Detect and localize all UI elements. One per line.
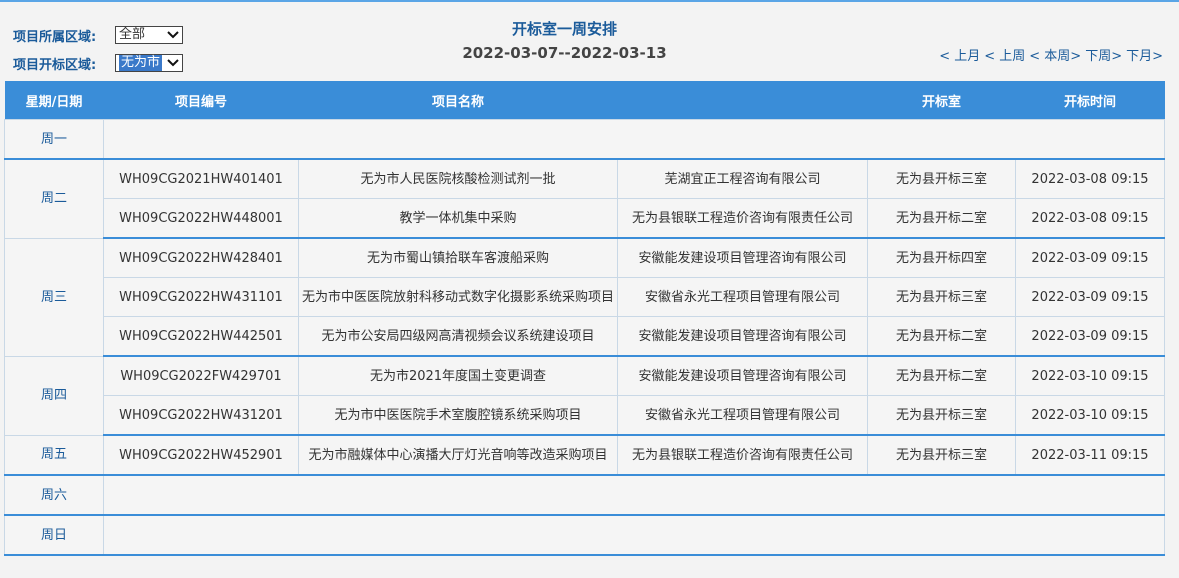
project-name-cell: 无为市人民医院核酸检测试剂一批 [298, 158, 618, 199]
bid-time-cell: 2022-03-09 09:15 [1015, 316, 1165, 357]
project-name-cell: 无为市公安局四级网高清视频会议系统建设项目 [298, 316, 618, 357]
bid-time-cell: 2022-03-09 09:15 [1015, 277, 1165, 317]
schedule-body: 周一 周二 WH09CG2021HW401401 无为市人民医院核酸检测试剂一批 芜湖宜… [4, 119, 1165, 556]
day-cell: 周三 [4, 237, 104, 357]
table-row: WH09CG2022HW442501 无为市公安局四级网高清视频会议系统建设项目安… [5, 316, 1165, 357]
room-cell: 无为县开标三室 [867, 395, 1016, 436]
bid-time-cell: 2022-03-10 09:15 [1015, 395, 1165, 436]
agency-cell: 安徽能发建设项目管理咨询有限公司 [617, 237, 868, 278]
prev-month-link[interactable]: < 上月 [939, 45, 980, 64]
table-row: WH09CG2022HW431201 无为市中医医院手术室腹腔镜系统采购项目 安徽省… [5, 395, 1165, 436]
agency-cell: 安徽能发建设项目管理咨询有限公司 [617, 316, 868, 357]
header-agency [617, 81, 868, 120]
agency-cell: 安徽省永光工程项目管理有限公司 [617, 395, 868, 436]
next-week-link[interactable]: 下周> [1085, 45, 1122, 64]
project-code-cell: WH09CG2022HW428401 [103, 237, 299, 278]
table-row: 周二 WH09CG2021HW401401 无为市人民医院核酸检测试剂一批 芜湖宜正工… [4, 158, 1165, 239]
table-row: 周日 [4, 514, 1165, 556]
schedule-table: 星期/日期 项目编号 项目名称 开标室 开标时间 周一 周二 WH09CG2021H… [4, 81, 1165, 556]
header-code: 项目编号 [103, 81, 299, 120]
room-cell: 无为县开标二室 [867, 198, 1016, 239]
table-row: 周三 WH09CG2022HW428401 无为市蜀山镇拾联车客渡船采购 安徽能发建设… [4, 237, 1165, 357]
table-row: 周四 WH09CG2022FW429701 无为市2021年度国土变更调查 安徽能发建… [4, 355, 1165, 436]
day-cell: 周一 [4, 119, 104, 160]
header-name: 项目名称 [298, 81, 618, 120]
week-navigation: < 上月 < 上周 < 本周> 下周> 下月> [939, 45, 1163, 64]
prev-week-link[interactable]: < 上周 [984, 45, 1025, 64]
bid-time-cell: 2022-03-10 09:15 [1015, 355, 1165, 396]
header-day: 星期/日期 [4, 81, 104, 120]
empty-cell [103, 119, 1165, 160]
table-header-row: 星期/日期 项目编号 项目名称 开标室 开标时间 [4, 81, 1165, 120]
agency-cell: 安徽省永光工程项目管理有限公司 [617, 277, 868, 317]
empty-cell [103, 514, 1165, 556]
room-cell: 无为县开标二室 [867, 316, 1016, 357]
table-row: WH09CG2022HW431101 无为市中医医院放射科移动式数字化摄影系统采购… [5, 277, 1165, 317]
table-row: WH09CG2022HW448001 教学一体机集中采购 无为县银联工程造价咨询有限… [5, 198, 1165, 239]
agency-cell: 无为县银联工程造价咨询有限责任公司 [617, 434, 868, 476]
project-name-cell: 无为市蜀山镇拾联车客渡船采购 [298, 237, 618, 278]
empty-cell [103, 474, 1165, 516]
project-name-cell: 无为市中医医院手术室腹腔镜系统采购项目 [298, 395, 618, 436]
day-cell: 周二 [4, 158, 104, 239]
bid-time-cell: 2022-03-09 09:15 [1015, 237, 1165, 278]
day-cell: 周四 [4, 355, 104, 436]
room-cell: 无为县开标二室 [867, 355, 1016, 396]
bid-time-cell: 2022-03-08 09:15 [1015, 198, 1165, 239]
project-code-cell: WH09CG2022HW442501 [103, 316, 299, 357]
project-code-cell: WH09CG2021HW401401 [103, 158, 299, 199]
project-code-cell: WH09CG2022HW448001 [103, 198, 299, 239]
top-accent-line [0, 0, 1179, 2]
header-room: 开标室 [867, 81, 1016, 120]
this-week-link[interactable]: < 本周> [1029, 45, 1081, 64]
table-row: 周六 [4, 474, 1165, 516]
project-name-cell: 无为市2021年度国土变更调查 [298, 355, 618, 396]
table-row: 周一 [4, 119, 1165, 160]
table-row: 周五 WH09CG2022HW452901 无为市融媒体中心演播大厅灯光音响等改造采… [4, 434, 1165, 476]
project-code-cell: WH09CG2022HW431101 [103, 277, 299, 317]
bid-time-cell: 2022-03-08 09:15 [1015, 158, 1165, 199]
header-time: 开标时间 [1015, 81, 1165, 120]
agency-cell: 安徽能发建设项目管理咨询有限公司 [617, 355, 868, 396]
page-title: 开标室一周安排 [511, 20, 617, 38]
room-cell: 无为县开标四室 [867, 237, 1016, 278]
agency-cell: 无为县银联工程造价咨询有限责任公司 [617, 198, 868, 239]
project-name-cell: 无为市融媒体中心演播大厅灯光音响等改造采购项目 [298, 434, 618, 476]
project-code-cell: WH09CG2022FW429701 [103, 355, 299, 396]
agency-cell: 芜湖宜正工程咨询有限公司 [617, 158, 868, 199]
bid-time-cell: 2022-03-11 09:15 [1015, 434, 1165, 476]
project-code-cell: WH09CG2022HW452901 [103, 434, 299, 476]
room-cell: 无为县开标三室 [867, 277, 1016, 317]
project-name-cell: 教学一体机集中采购 [298, 198, 618, 239]
room-cell: 无为县开标三室 [867, 434, 1016, 476]
day-cell: 周六 [4, 474, 104, 516]
next-month-link[interactable]: 下月> [1126, 45, 1163, 64]
room-cell: 无为县开标三室 [867, 158, 1016, 199]
day-cell: 周日 [4, 514, 104, 556]
project-name-cell: 无为市中医医院放射科移动式数字化摄影系统采购项目 [298, 277, 618, 317]
project-code-cell: WH09CG2022HW431201 [103, 395, 299, 436]
day-cell: 周五 [4, 434, 104, 476]
